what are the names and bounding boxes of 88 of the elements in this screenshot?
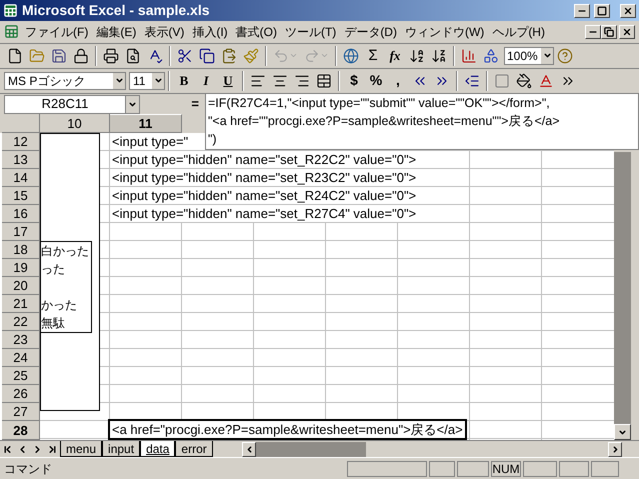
cell-text[interactable]: <input type="hidden" name="set_R22C2" value="0"> [110, 151, 418, 168]
menu-item[interactable]: 書式(O) [232, 22, 281, 41]
bold-button[interactable]: B [173, 70, 195, 92]
sheet-tab[interactable]: data [140, 441, 176, 458]
sort-ascending-icon [409, 48, 425, 64]
formula-equals-sign: = [190, 95, 200, 114]
cell-text[interactable]: <input type="hidden" name="set_R27C4" value="0"> [110, 205, 418, 222]
status-text: コマンド [4, 460, 53, 478]
scroll-thumb[interactable] [256, 442, 366, 457]
maximize-button[interactable] [594, 4, 610, 18]
folder-icon [29, 48, 45, 64]
maximize-icon [597, 6, 607, 16]
name-box[interactable]: R28C11 [4, 94, 140, 114]
merge-cells-icon [316, 72, 332, 89]
text-box-line: 白かった [41, 243, 89, 260]
save-icon [51, 48, 67, 64]
document-icon [7, 48, 23, 64]
brush-icon [243, 48, 259, 64]
scroll-left-button[interactable] [242, 442, 256, 457]
menu-item[interactable]: ツール(T) [280, 22, 340, 41]
redo-icon [304, 48, 320, 64]
spreadsheet-icon [4, 24, 19, 40]
comma-button[interactable]: , [387, 70, 409, 92]
sheet-tab[interactable]: menu [60, 441, 102, 458]
percent-button[interactable]: % [365, 70, 387, 92]
border-icon [494, 72, 510, 89]
printer-icon [103, 48, 119, 64]
shapes-icon [483, 48, 499, 64]
clipboard-icon [221, 48, 237, 64]
copy-icon [199, 48, 215, 64]
scroll-right-button[interactable] [608, 442, 622, 457]
restore-button[interactable] [601, 24, 617, 39]
restore-icon [604, 26, 614, 37]
vertical-scrollbar[interactable] [614, 152, 631, 440]
scroll-down-button[interactable] [614, 424, 631, 440]
status-panel [523, 460, 557, 477]
lock-icon [73, 48, 89, 64]
font-dropdown[interactable]: MS Pゴシック [4, 72, 126, 90]
status-panel [559, 460, 589, 477]
font-color-icon [538, 72, 554, 89]
close-button[interactable] [619, 24, 635, 39]
font-size-dropdown[interactable]: 11 [129, 72, 165, 90]
menu-item[interactable]: 表示(V) [140, 22, 188, 41]
spreadsheet-icon [3, 3, 18, 18]
menu-item[interactable]: 挿入(I) [188, 22, 232, 41]
italic-button[interactable]: I [195, 70, 217, 92]
paint-bucket-icon [516, 72, 532, 89]
status-panel [429, 460, 455, 477]
cell-text[interactable]: <input type="hidden" name="set_R23C2" value="0"> [110, 169, 418, 186]
column-header[interactable]: 11 [110, 114, 182, 134]
num-lock-indicator: NUM [491, 460, 521, 477]
text-box-line: かった [41, 297, 77, 314]
menu-item[interactable]: データ(D) [340, 22, 401, 41]
menu-item[interactable]: ウィンドウ(W) [400, 22, 488, 41]
status-panel [591, 460, 619, 477]
undo-icon [273, 48, 289, 64]
globe-icon [343, 48, 359, 64]
menu-item[interactable]: 編集(E) [92, 22, 140, 41]
close-button[interactable] [620, 4, 636, 18]
function-button[interactable]: fx [384, 44, 406, 67]
sheet-tab[interactable]: error [175, 441, 213, 458]
horizontal-scrollbar[interactable] [242, 441, 622, 458]
window-title: Microsoft Excel - sample.xls [22, 1, 211, 20]
help-icon [557, 48, 573, 64]
minimize-button[interactable] [585, 24, 601, 39]
close-icon [623, 6, 633, 16]
cell-text[interactable]: <input type=" [110, 133, 190, 150]
menu-item[interactable]: ファイル(F) [21, 22, 92, 41]
underline-button[interactable]: U [217, 70, 239, 92]
formula-text[interactable]: =IF(R27C4=1,"<input type=""submit"" value=""OK""></form>", [208, 94, 636, 112]
menu-item[interactable]: ヘルプ(H) [488, 22, 549, 41]
close-icon [622, 26, 632, 37]
formula-text[interactable]: ") [208, 130, 636, 148]
text-box-line: った [41, 261, 65, 278]
cell-text[interactable]: <a href="procgi.exe?P=sample&writesheet=menu">戻る</a> [110, 421, 465, 438]
currency-button[interactable]: $ [343, 70, 365, 92]
zoom-dropdown[interactable]: 100% [504, 46, 554, 65]
sort-descending-icon [431, 48, 447, 64]
text-box-line: 無駄 [41, 315, 65, 332]
magnifier-page-icon [125, 48, 141, 64]
status-panel [457, 460, 489, 477]
scissors-icon [177, 48, 193, 64]
minimize-button[interactable] [574, 4, 590, 18]
formula-text[interactable]: "<a href=""procgi.exe?P=sample&writesheet=menu"">戻る</a> [208, 112, 636, 130]
sheet-tab[interactable]: input [102, 441, 140, 458]
bar-chart-icon [461, 48, 477, 64]
autosum-button[interactable]: Σ [362, 44, 384, 67]
cell-text[interactable]: <input type="hidden" name="set_R24C2" value="0"> [110, 187, 418, 204]
